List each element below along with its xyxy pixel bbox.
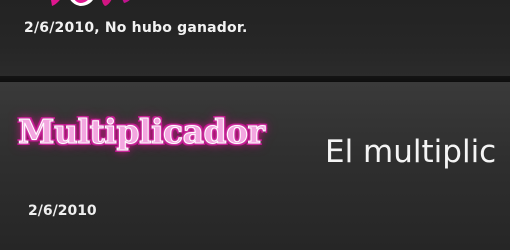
multiplicador-date: 2/6/2010	[28, 203, 97, 219]
results-panel: 2/6/2010, No hubo ganador. Multiplicador…	[0, 0, 510, 250]
multiplicador-headline[interactable]: El multiplic	[325, 134, 496, 170]
previous-result-row: 2/6/2010, No hubo ganador.	[0, 0, 510, 76]
pink-logo-icon	[50, 0, 180, 8]
previous-result-text: 2/6/2010, No hubo ganador.	[24, 20, 248, 36]
multiplicador-logo: Multiplicador	[17, 112, 265, 152]
